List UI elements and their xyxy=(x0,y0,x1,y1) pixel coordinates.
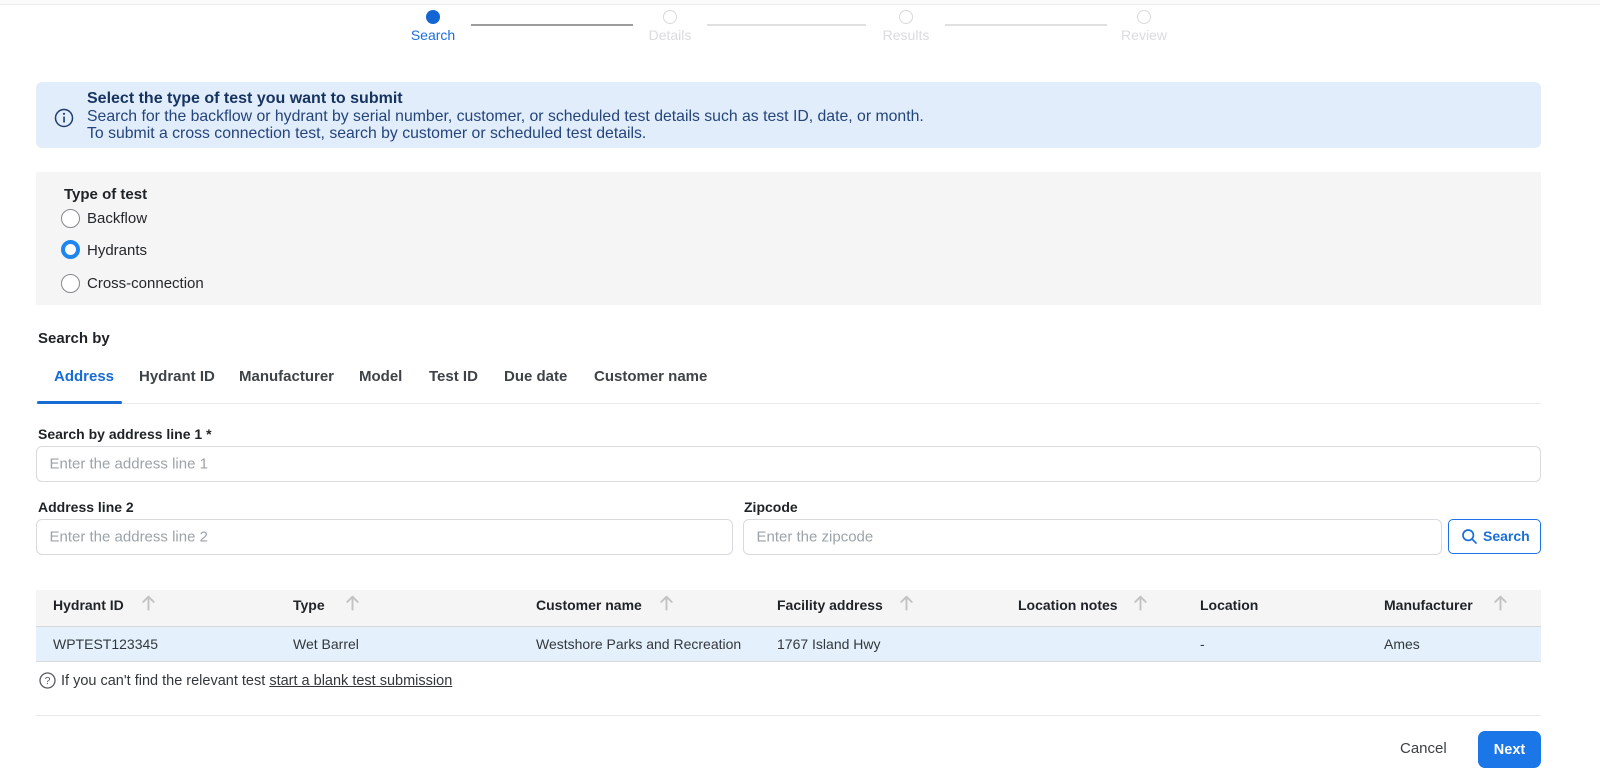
svg-text:?: ? xyxy=(45,675,51,687)
